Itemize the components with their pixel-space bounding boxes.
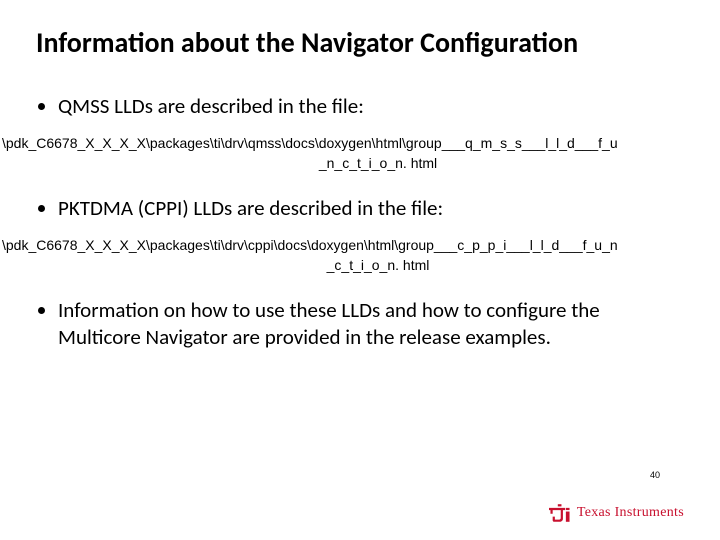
- ti-logo-icon: [549, 504, 571, 522]
- bullet-item: Information on how to use these LLDs and…: [58, 297, 684, 352]
- file-path-line: \pdk_C6678_X_X_X_X\packages\ti\drv\qmss\…: [0, 134, 720, 153]
- bullet-list: PKTDMA (CPPI) LLDs are described in the …: [36, 195, 684, 222]
- file-path-line: _n_c_t_i_o_n. html: [0, 154, 720, 173]
- bullet-list: QMSS LLDs are described in the file:: [36, 93, 684, 120]
- bullet-item: QMSS LLDs are described in the file:: [58, 93, 684, 120]
- file-path-line: _c_t_i_o_n. html: [0, 256, 720, 275]
- file-path-block: \pdk_C6678_X_X_X_X\packages\ti\drv\cppi\…: [0, 236, 720, 275]
- slide: Information about the Navigator Configur…: [0, 0, 720, 540]
- bullet-list: Information on how to use these LLDs and…: [36, 297, 684, 352]
- brand-logo: Texas Instruments: [549, 504, 684, 522]
- brand-logo-text: Texas Instruments: [577, 505, 684, 521]
- file-path-line: \pdk_C6678_X_X_X_X\packages\ti\drv\cppi\…: [0, 236, 720, 255]
- bullet-item: PKTDMA (CPPI) LLDs are described in the …: [58, 195, 684, 222]
- slide-title: Information about the Navigator Configur…: [36, 28, 684, 59]
- file-path-block: \pdk_C6678_X_X_X_X\packages\ti\drv\qmss\…: [0, 134, 720, 173]
- page-number: 40: [650, 470, 660, 480]
